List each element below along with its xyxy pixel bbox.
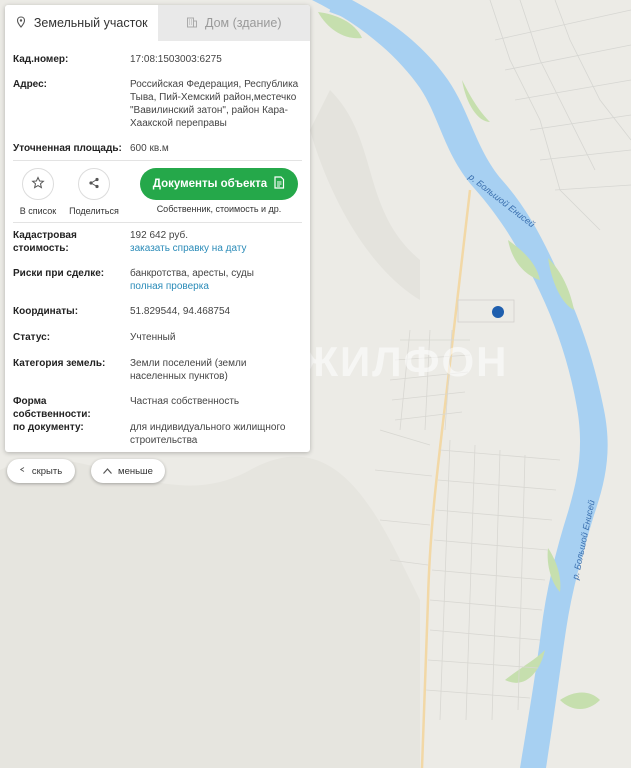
risks-row: Риски при сделке: банкротства, аресты, с… [13,267,302,295]
tab-land-plot[interactable]: Земельный участок [5,5,158,41]
less-label: меньше [118,465,153,477]
divider [13,160,302,161]
document-icon [273,176,285,192]
cadastral-cost-value: 192 642 руб. заказать справку на дату [130,229,302,255]
ownership-label: Форма собственности: [13,396,91,420]
less-info-button[interactable]: меньше [91,459,165,483]
document-use-line: для индивидуального жилищного [130,422,286,433]
full-check-link[interactable]: полная проверка [130,280,302,293]
document-use-line: строительства [130,435,198,446]
risks-label: Риски при сделке: [13,268,105,279]
share-button[interactable] [78,168,110,200]
document-use-value: для индивидуального жилищного строительс… [130,421,302,447]
coordinates-value: 51.829544, 94.468754 [130,306,231,317]
chevron-up-icon [103,466,112,477]
share-icon [87,176,101,192]
cost-label-line: стоимость: [13,243,69,254]
land-category-label: Категория земель: [13,358,106,369]
status-value: Учтенный [130,332,176,343]
coordinates-label: Координаты: [13,306,79,317]
object-info-panel: Земельный участок Дом (здание) Кад.номер… [5,5,310,452]
address-line: Российская Федерация, Республика [130,79,299,90]
document-use-row: по документу: для индивидуального жилищн… [13,421,302,449]
cadastral-cost-row: Кадастровая стоимость: 192 642 руб. зака… [13,229,302,257]
land-category-value: Земли поселений (земли населенных пункто… [130,357,302,383]
category-line: Земли поселений (земли [130,358,247,369]
add-to-list-button[interactable] [22,168,54,200]
hide-panel-button[interactable]: скрыть [7,459,75,483]
documents-subtitle: Собственник, стоимость и др. [156,204,282,214]
risks-value: банкротства, аресты, суды полная проверк… [130,267,302,293]
tab-house[interactable]: Дом (здание) [158,5,311,41]
cost-value: 192 642 руб. [130,230,188,241]
share-action[interactable]: Поделиться [64,168,124,216]
location-pin-icon [15,15,27,31]
share-label: Поделиться [69,206,119,216]
divider [13,222,302,223]
tab-house-label: Дом (здание) [205,16,282,30]
address-line: Хаакской переправы [130,118,227,129]
add-to-list-label: В список [19,206,57,216]
area-label: Уточненная площадь: [13,143,122,154]
cadastral-label: Кад.номер: [13,54,69,65]
object-marker[interactable] [492,306,504,318]
address-row: Адрес: Российская Федерация, Республика … [13,78,302,132]
land-category-row: Категория земель: Земли поселений (земли… [13,357,302,385]
cadastral-cost-label: Кадастровая стоимость: [13,229,125,255]
address-value: Российская Федерация, Республика Тыва, П… [130,78,302,130]
address-line: "Вавилинский затон", район Кара- [130,105,288,116]
document-use-label: по документу: [13,422,84,433]
cadastral-number-link[interactable]: 17:08:1503003:6275 [130,53,302,66]
star-icon [31,176,45,192]
chevron-left-icon [19,465,26,477]
cost-label-line: Кадастровая [13,230,77,241]
documents-button-label: Документы объекта [152,178,268,190]
add-to-list-action[interactable]: В список [8,168,68,216]
building-icon [186,16,198,31]
address-label: Адрес: [13,79,47,90]
ownership-value: Частная собственность [130,396,240,407]
hide-label: скрыть [31,465,63,477]
tab-land-plot-label: Земельный участок [33,16,148,30]
address-line: Тыва, Пий-Хемский район,местечко [130,92,297,103]
object-documents-button[interactable]: Документы объекта [140,168,298,200]
category-line: населенных пунктов) [130,371,228,382]
order-certificate-link[interactable]: заказать справку на дату [130,242,302,255]
tab-bar: Земельный участок Дом (здание) [5,5,310,41]
status-label: Статус: [13,332,51,343]
area-value: 600 кв.м [130,143,169,154]
risks-text: банкротства, аресты, суды [130,268,254,279]
